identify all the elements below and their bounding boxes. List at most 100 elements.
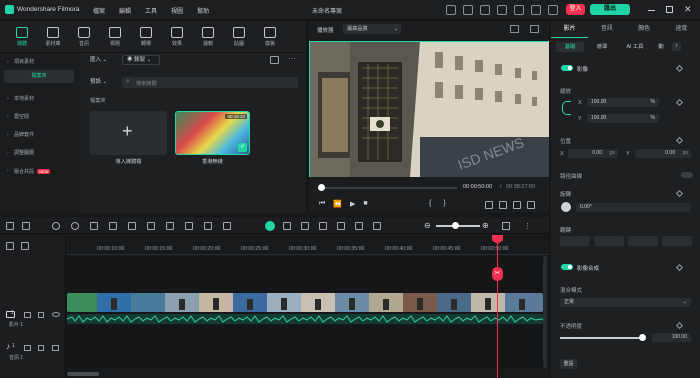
- close-button[interactable]: ✕: [684, 4, 692, 15]
- gift-icon[interactable]: [548, 5, 558, 15]
- grid-icon[interactable]: [531, 5, 541, 15]
- speed-icon[interactable]: [204, 222, 212, 230]
- tab-transitions[interactable]: 轉場: [131, 27, 161, 47]
- keyframe-icon[interactable]: [675, 136, 684, 145]
- filter-icon[interactable]: [270, 56, 279, 64]
- playback-scrubber[interactable]: [318, 184, 325, 191]
- mark-in-icon[interactable]: {: [429, 200, 431, 207]
- keyframe-icon[interactable]: [675, 263, 684, 272]
- subtab-ai-tools[interactable]: AI 工具: [620, 42, 650, 52]
- import-dropdown[interactable]: 匯入 ⌄: [90, 55, 116, 65]
- more-tools-icon[interactable]: [223, 222, 231, 230]
- media-item-thumbnail[interactable]: 00:18:23 ✓: [175, 111, 250, 155]
- menu-help[interactable]: 幫助: [197, 6, 209, 15]
- text-icon[interactable]: [147, 222, 155, 230]
- headset-icon[interactable]: [480, 5, 490, 15]
- image-toggle[interactable]: [561, 65, 573, 71]
- more-icon[interactable]: ···: [288, 54, 296, 63]
- keyframe-tool-icon[interactable]: [185, 222, 193, 230]
- layout-icon[interactable]: [6, 222, 14, 230]
- subtab-mask[interactable]: 遮罩: [588, 42, 616, 52]
- position-x-input[interactable]: 0.00 px: [568, 149, 618, 158]
- scale-x-input[interactable]: 100.00%: [587, 98, 659, 107]
- rotate-cw-button[interactable]: [628, 236, 658, 246]
- marker-icon[interactable]: [373, 222, 381, 230]
- rotate-dial[interactable]: [561, 202, 571, 212]
- record-dropdown[interactable]: ◉ 錄製 ⌄: [122, 55, 160, 65]
- camera-icon[interactable]: [499, 201, 507, 209]
- playback-progress-track[interactable]: [318, 184, 457, 191]
- tab-audio[interactable]: 音訊: [69, 27, 99, 47]
- minimize-button[interactable]: [648, 10, 655, 11]
- snapshot-tl-icon[interactable]: [301, 222, 309, 230]
- timeline-ruler[interactable]: 00:00:10:00 00:00:15:00 00:00:20:00 00:0…: [67, 235, 549, 255]
- play-icon[interactable]: ▶: [350, 200, 355, 208]
- volume-icon[interactable]: [513, 201, 521, 209]
- track-area[interactable]: [67, 256, 543, 368]
- eye-icon[interactable]: [52, 312, 60, 317]
- play-reverse-icon[interactable]: ⏪: [333, 200, 342, 208]
- menu-file[interactable]: 檔案: [93, 6, 105, 15]
- login-button[interactable]: 登入: [566, 4, 585, 15]
- select-icon[interactable]: [22, 222, 30, 230]
- video-clip[interactable]: [67, 293, 543, 312]
- render-icon[interactable]: [283, 222, 291, 230]
- crop-icon[interactable]: [128, 222, 136, 230]
- tab-speed[interactable]: 速度: [663, 21, 700, 38]
- scale-y-input[interactable]: 100.00%: [587, 114, 659, 123]
- menu-tools[interactable]: 工具: [145, 6, 157, 15]
- zoom-in-icon[interactable]: ⊕: [482, 221, 489, 230]
- keyframe-icon[interactable]: [675, 98, 684, 107]
- sidebar-item-folder[interactable]: 檔案夾: [4, 70, 74, 83]
- audio-clip[interactable]: [67, 314, 543, 324]
- flip-horizontal-button[interactable]: [560, 236, 590, 246]
- path-curve-toggle[interactable]: [681, 172, 693, 178]
- send-icon[interactable]: [446, 5, 456, 15]
- ai-tool-icon[interactable]: [265, 221, 275, 231]
- lock-icon[interactable]: [38, 345, 44, 351]
- opacity-slider-handle[interactable]: [639, 334, 646, 341]
- tab-stock[interactable]: 素材庫: [38, 27, 68, 47]
- previous-frame-icon[interactable]: ⏮: [319, 200, 325, 208]
- download-icon[interactable]: [514, 5, 524, 15]
- microphone-icon[interactable]: [337, 222, 345, 230]
- keyframe-icon[interactable]: [675, 321, 684, 330]
- folder-track-icon[interactable]: [24, 312, 31, 318]
- display-icon[interactable]: [485, 201, 493, 209]
- undo-icon[interactable]: [52, 222, 60, 230]
- maximize-button[interactable]: [666, 6, 673, 13]
- add-track-icon[interactable]: [6, 242, 14, 250]
- delete-icon[interactable]: [90, 222, 98, 230]
- shield-icon[interactable]: [319, 222, 327, 230]
- tab-templates[interactable]: 樣板: [255, 27, 285, 47]
- mark-out-icon[interactable]: }: [443, 200, 445, 207]
- snapshot-icon[interactable]: [530, 25, 539, 33]
- link-icon[interactable]: [562, 101, 571, 115]
- keyframe-icon[interactable]: [675, 64, 684, 73]
- tab-audio-props[interactable]: 音訊: [588, 21, 625, 38]
- opacity-input[interactable]: 100.00: [652, 333, 691, 342]
- subtab-basic[interactable]: 基礎: [556, 42, 584, 52]
- zoom-out-icon[interactable]: ⊖: [424, 221, 431, 230]
- sidebar-item-brand[interactable]: 品牌套件: [4, 129, 74, 142]
- lightbulb-icon[interactable]: [463, 5, 473, 15]
- tab-color[interactable]: 顏色: [626, 21, 663, 38]
- position-y-input[interactable]: 0.00 px: [635, 149, 691, 158]
- subtab-animation[interactable]: 動: [654, 42, 668, 52]
- safe-zone-icon[interactable]: [510, 25, 519, 33]
- tab-video[interactable]: 影片: [551, 21, 589, 38]
- sort-dropdown[interactable]: 預設 ⌄: [90, 77, 120, 87]
- video-preview[interactable]: ISD NEWS: [309, 41, 549, 177]
- redo-icon[interactable]: [71, 222, 79, 230]
- quality-dropdown[interactable]: 最高品質 ⌄: [343, 24, 401, 34]
- fullscreen-icon[interactable]: [527, 201, 535, 209]
- tab-media[interactable]: 媒體: [7, 27, 37, 47]
- menu-edit[interactable]: 編輯: [119, 6, 131, 15]
- import-media-tile[interactable]: +: [90, 111, 167, 155]
- tab-titles[interactable]: 標題: [100, 27, 130, 47]
- opacity-slider-track[interactable]: [560, 337, 642, 339]
- blend-mode-dropdown[interactable]: 正常 ⌄: [560, 298, 691, 307]
- cut-icon[interactable]: [109, 222, 117, 230]
- transform-icon[interactable]: [166, 222, 174, 230]
- tab-filters[interactable]: 濾鏡: [193, 27, 223, 47]
